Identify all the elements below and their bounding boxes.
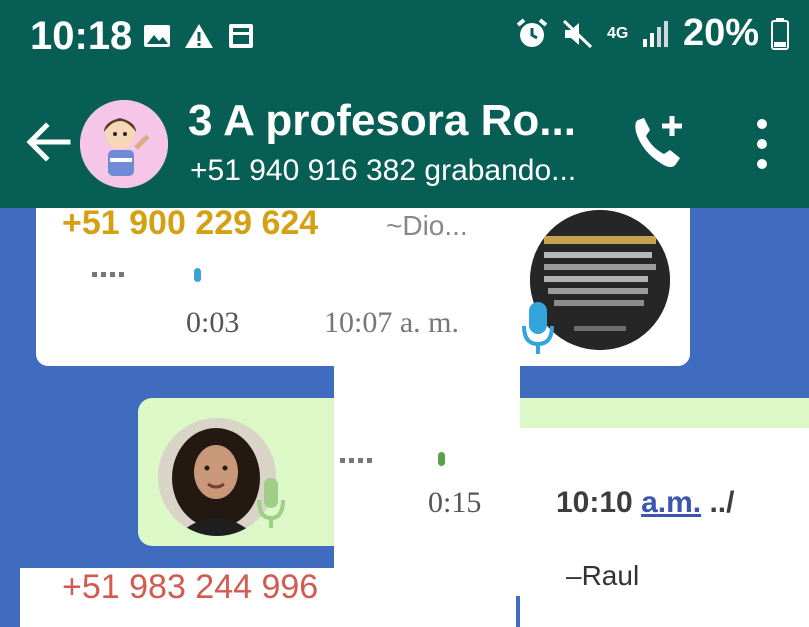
message-time: 10:07 a. m. (324, 306, 459, 339)
chat-header: 3 A profesora Ro... +51 940 916 382 grab… (0, 78, 809, 208)
microphone-icon (257, 478, 285, 528)
notification-icon (229, 24, 253, 48)
waveform-icon (340, 458, 372, 463)
message-time: 10:10 a.m. ../ (556, 486, 734, 520)
sender-name: –Raul (566, 560, 640, 591)
time-suffix: ../ (709, 486, 735, 519)
group-avatar[interactable] (80, 100, 168, 188)
time-hour: 10:10 (556, 486, 633, 519)
message-sender[interactable]: +51 900 229 624 (62, 208, 318, 243)
message-sender-alias: ~Dio... (386, 210, 468, 241)
alarm-icon (516, 17, 548, 47)
add-call-icon[interactable] (628, 110, 688, 174)
playback-seek-handle[interactable] (438, 452, 445, 466)
status-bar: 10:18 4G 20% (0, 0, 809, 78)
voice-duration: 0:15 (428, 486, 482, 519)
more-options-icon[interactable] (752, 118, 772, 170)
status-time: 10:18 (30, 14, 133, 58)
microphone-icon (522, 302, 554, 354)
chat-subtitle: +51 940 916 382 grabando... (190, 154, 577, 187)
cartoon-avatar-icon (80, 100, 168, 188)
bubble-edge (600, 398, 809, 428)
playback-seek-handle[interactable] (194, 268, 201, 282)
battery-icon (771, 17, 789, 50)
waveform-icon (92, 272, 124, 277)
gallery-icon (144, 25, 170, 47)
chat-area[interactable]: +51 900 229 624 ~Dio... 0:03 10:07 a. m. (0, 208, 809, 627)
message-footer-area (520, 428, 809, 627)
chat-title[interactable]: 3 A profesora Ro... (188, 96, 576, 146)
network-type: 4G (606, 24, 629, 42)
signal-icon (642, 20, 668, 47)
incoming-voice-message[interactable]: +51 900 229 624 ~Dio... 0:03 10:07 a. m. (36, 208, 690, 366)
warning-icon (185, 24, 213, 48)
voice-player-area (334, 364, 520, 596)
mute-icon (562, 19, 592, 48)
time-ampm: a.m. (641, 486, 702, 519)
message-sender[interactable]: +51 983 244 996 (62, 568, 318, 607)
back-arrow-icon[interactable] (22, 116, 74, 168)
voice-duration: 0:03 (186, 306, 240, 339)
battery-percent: 20% (682, 12, 759, 54)
